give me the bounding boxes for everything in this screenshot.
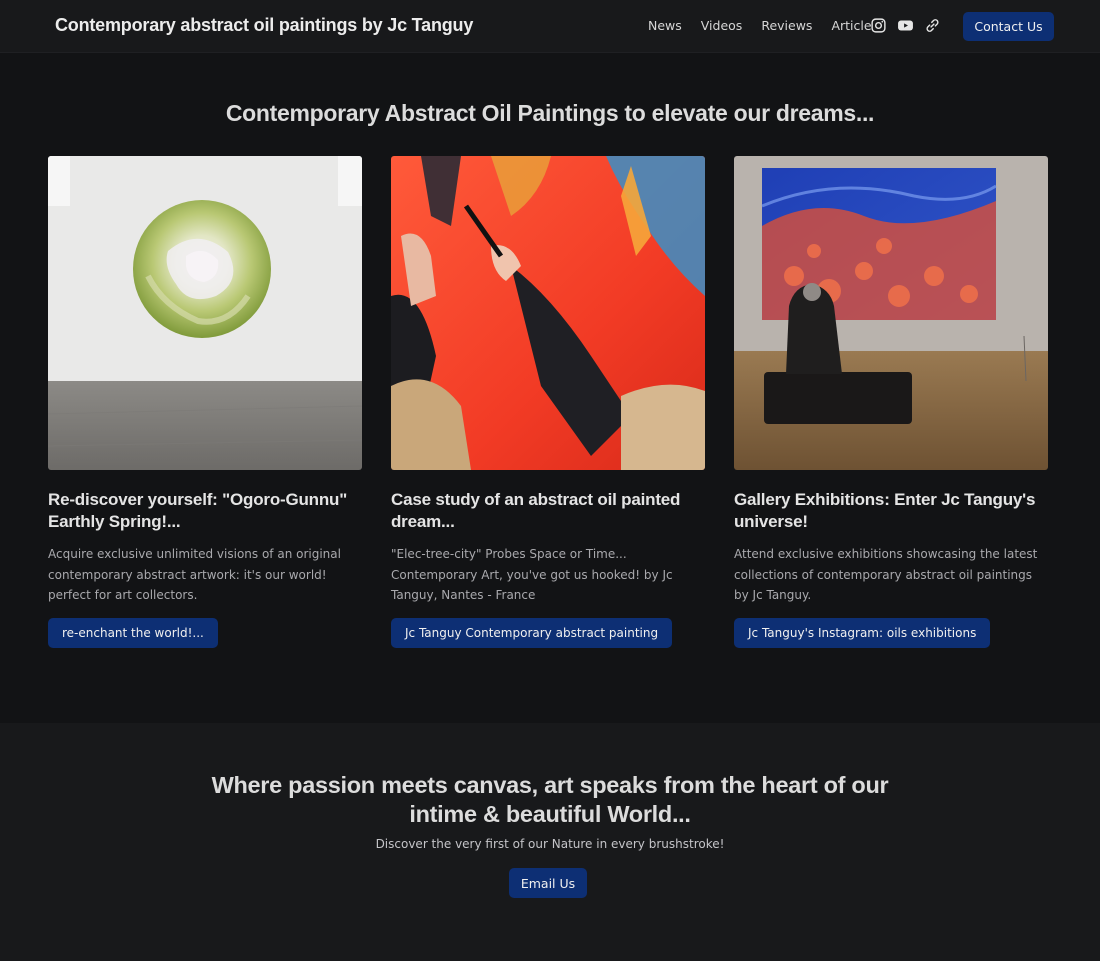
card-title: Gallery Exhibitions: Enter Jc Tanguy's u… <box>734 490 1036 531</box>
painting-image-gallery[interactable] <box>734 156 1048 470</box>
card-title: Case study of an abstract oil painted dr… <box>391 490 681 531</box>
social-icons <box>870 17 941 34</box>
card-description: Attend exclusive exhibitions showcasing … <box>734 547 1038 602</box>
card-gallery-exhibitions: Gallery Exhibitions: Enter Jc Tanguy's u… <box>734 156 1048 648</box>
cta-subtitle: Discover the very first of our Nature in… <box>375 837 725 851</box>
site-brand[interactable]: Contemporary abstract oil paintings by J… <box>55 15 473 36</box>
nav-links: News Videos Reviews Article <box>648 18 891 33</box>
painting-image-elec-tree-city[interactable] <box>391 156 705 470</box>
card-button-contemporary-painting[interactable]: Jc Tanguy Contemporary abstract painting <box>391 618 673 648</box>
cta-title: Where passion meets canvas, art speaks f… <box>211 772 889 827</box>
painter-at-work-photo <box>391 156 705 470</box>
card-title: Re-discover yourself: "Ogoro-Gunnu" Eart… <box>48 490 348 531</box>
nav-link-videos[interactable]: Videos <box>701 18 743 33</box>
youtube-icon[interactable] <box>897 17 914 34</box>
hero-title: Contemporary Abstract Oil Paintings to e… <box>225 100 875 126</box>
navbar: Contemporary abstract oil paintings by J… <box>0 0 1100 53</box>
gallery-exhibition-photo <box>734 156 1048 470</box>
nav-link-reviews[interactable]: Reviews <box>761 18 812 33</box>
nav-link-news[interactable]: News <box>648 18 682 33</box>
card-case-study: Case study of an abstract oil painted dr… <box>391 156 705 648</box>
nav-link-article[interactable]: Article <box>831 18 871 33</box>
card-ogoro-gunnu: Re-discover yourself: "Ogoro-Gunnu" Eart… <box>48 156 362 648</box>
link-icon[interactable] <box>924 17 941 34</box>
instagram-icon[interactable] <box>870 17 887 34</box>
cta-section: Where passion meets canvas, art speaks f… <box>0 723 1100 961</box>
email-us-button[interactable]: Email Us <box>509 868 587 898</box>
contact-us-button[interactable]: Contact Us <box>963 12 1054 41</box>
card-description: "Elec-tree-city" Probes Space or Time...… <box>391 547 673 602</box>
card-description: Acquire exclusive unlimited visions of a… <box>48 547 341 602</box>
round-painting-gallery-photo <box>48 156 362 470</box>
card-button-instagram-exhibitions[interactable]: Jc Tanguy's Instagram: oils exhibitions <box>734 618 991 648</box>
card-button-re-enchant[interactable]: re-enchant the world!... <box>48 618 218 648</box>
painting-image-ogoro-gunnu[interactable] <box>48 156 362 470</box>
